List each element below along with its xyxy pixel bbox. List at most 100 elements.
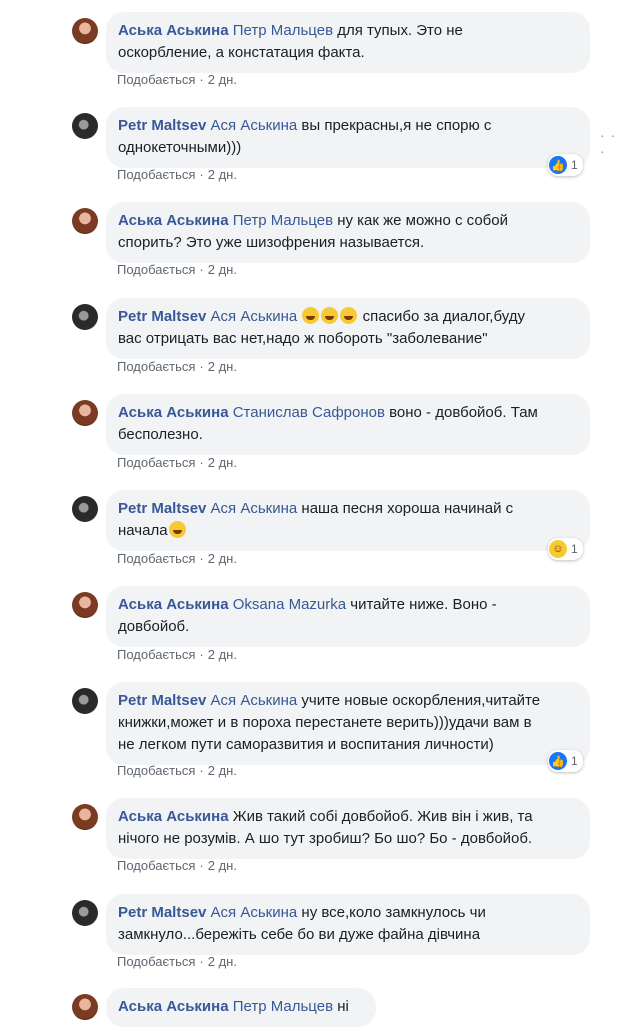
- comment-meta: Подобається · 2 дн.: [117, 72, 237, 87]
- comment-mention[interactable]: Петр Мальцев: [233, 998, 333, 1015]
- comment-author[interactable]: Аська Аськина: [118, 808, 229, 825]
- comment-meta: Подобається · 2 дн.: [117, 262, 237, 277]
- comment-author[interactable]: Petr Maltsev: [118, 692, 206, 709]
- comment-text: вы прекрасны,я не спорю с: [301, 117, 492, 134]
- comment-meta: Подобається · 2 дн.: [117, 647, 237, 662]
- comment-text: не легком пути саморазвития и воспитания…: [118, 736, 494, 753]
- comment-mention[interactable]: Ася Аськина: [211, 500, 298, 517]
- comment-mention[interactable]: Oksana Mazurka: [233, 596, 346, 613]
- comment-bubble: Аська Аськина Петр Мальцев ну как же мож…: [106, 202, 590, 263]
- comment-text: ну все,коло замкнулось чи: [301, 904, 486, 921]
- laughing-reaction-icon: ☺: [549, 540, 567, 558]
- more-options-button[interactable]: · · ·: [600, 127, 620, 159]
- like-link[interactable]: Подобається: [117, 455, 195, 470]
- avatar[interactable]: [72, 18, 98, 44]
- comment-mention[interactable]: Станислав Сафронов: [233, 404, 385, 421]
- comment-text: замкнуло...бережіть себе бо ви дуже файн…: [118, 926, 481, 943]
- comment-author[interactable]: Аська Аськина: [118, 404, 229, 421]
- comment-text: воно - довбойоб. Там: [389, 404, 538, 421]
- like-link[interactable]: Подобається: [117, 858, 195, 873]
- timestamp[interactable]: 2 дн.: [208, 763, 237, 778]
- like-link[interactable]: Подобається: [117, 647, 195, 662]
- comment-meta: Подобається · 2 дн.: [117, 359, 237, 374]
- comment-text: книжки,может и в пороха перестанете вери…: [118, 714, 532, 731]
- timestamp[interactable]: 2 дн.: [208, 262, 237, 277]
- reaction-number: 1: [571, 158, 578, 172]
- comment-meta: Подобається · 2 дн.: [117, 455, 237, 470]
- avatar[interactable]: [72, 688, 98, 714]
- comment-mention[interactable]: Ася Аськина: [211, 117, 298, 134]
- comment-bubble: Petr Maltsev Ася Аськина учите новые оск…: [106, 682, 590, 765]
- like-link[interactable]: Подобається: [117, 954, 195, 969]
- comment-bubble: Аська Аськина Станислав Сафронов воно - …: [106, 394, 590, 455]
- comment-text: довбойоб.: [118, 618, 190, 635]
- comment-text: для тупых. Это не: [337, 22, 463, 39]
- comment-bubble: Аська Аськина Жив такий собі довбойоб. Ж…: [106, 798, 590, 859]
- reaction-count[interactable]: 👍 1: [548, 750, 583, 772]
- comment-meta: Подобається · 2 дн.: [117, 763, 237, 778]
- comment-author[interactable]: Petr Maltsev: [118, 904, 206, 921]
- comment-bubble: Petr Maltsev Ася Аськина ну все,коло зам…: [106, 894, 590, 955]
- thumbs-up-icon: 👍: [549, 156, 567, 174]
- comment-text: оскорбление, а констатация факта.: [118, 44, 365, 61]
- avatar[interactable]: [72, 804, 98, 830]
- laughing-emoji-icon: [302, 307, 320, 324]
- comment-author[interactable]: Аська Аськина: [118, 22, 229, 39]
- comment-meta: Подобається · 2 дн.: [117, 954, 237, 969]
- comment-mention[interactable]: Петр Мальцев: [233, 22, 333, 39]
- like-link[interactable]: Подобається: [117, 359, 195, 374]
- comment-author[interactable]: Аська Аськина: [118, 212, 229, 229]
- comment-author[interactable]: Petr Maltsev: [118, 117, 206, 134]
- timestamp[interactable]: 2 дн.: [208, 167, 237, 182]
- like-link[interactable]: Подобається: [117, 262, 195, 277]
- comment-bubble: Petr Maltsev Ася Аськина вы прекрасны,я …: [106, 107, 590, 168]
- avatar[interactable]: [72, 208, 98, 234]
- comment-text: вас отрицать вас нет,надо ж побороть "за…: [118, 330, 488, 347]
- comment-mention[interactable]: Ася Аськина: [211, 692, 298, 709]
- comment-mention[interactable]: Петр Мальцев: [233, 212, 333, 229]
- comment-mention[interactable]: Ася Аськина: [211, 308, 298, 325]
- avatar[interactable]: [72, 496, 98, 522]
- comment-author[interactable]: Petr Maltsev: [118, 308, 206, 325]
- avatar[interactable]: [72, 994, 98, 1020]
- comment-text: однокеточными))): [118, 139, 242, 156]
- comment-bubble: Petr Maltsev Ася Аськина наша песня хоро…: [106, 490, 590, 551]
- timestamp[interactable]: 2 дн.: [208, 359, 237, 374]
- timestamp[interactable]: 2 дн.: [208, 954, 237, 969]
- comment-author[interactable]: Аська Аськина: [118, 596, 229, 613]
- like-link[interactable]: Подобається: [117, 551, 195, 566]
- comment-mention[interactable]: Ася Аськина: [211, 904, 298, 921]
- timestamp[interactable]: 2 дн.: [208, 72, 237, 87]
- comment-bubble: Аська Аськина Петр Мальцев для тупых. Эт…: [106, 12, 590, 73]
- avatar[interactable]: [72, 900, 98, 926]
- like-link[interactable]: Подобається: [117, 167, 195, 182]
- timestamp[interactable]: 2 дн.: [208, 647, 237, 662]
- comment-text: бесполезно.: [118, 426, 203, 443]
- timestamp[interactable]: 2 дн.: [208, 858, 237, 873]
- timestamp[interactable]: 2 дн.: [208, 455, 237, 470]
- comment-text: ну как же можно с собой: [337, 212, 508, 229]
- avatar[interactable]: [72, 400, 98, 426]
- comment-text: Жив такий собі довбойоб. Жив він і жив, …: [232, 808, 533, 825]
- thumbs-up-icon: 👍: [549, 752, 567, 770]
- comment-bubble: Аська Аськина Петр Мальцев ні: [106, 988, 376, 1027]
- reaction-count[interactable]: 👍 1: [548, 154, 583, 176]
- comment-author[interactable]: Аська Аськина: [118, 998, 229, 1015]
- comment-meta: Подобається · 2 дн.: [117, 167, 237, 182]
- comment-bubble: Аська Аськина Oksana Mazurka читайте ниж…: [106, 586, 590, 647]
- timestamp[interactable]: 2 дн.: [208, 551, 237, 566]
- comment-text: спорить? Это уже шизофрения называется.: [118, 234, 425, 251]
- comment-text: нічого не розумів. А шо тут зробиш? Бо ш…: [118, 830, 533, 847]
- like-link[interactable]: Подобається: [117, 72, 195, 87]
- reaction-count[interactable]: ☺ 1: [548, 538, 583, 560]
- comment-meta: Подобається · 2 дн.: [117, 551, 237, 566]
- avatar[interactable]: [72, 592, 98, 618]
- laughing-emoji-icon: [321, 307, 339, 324]
- comment-author[interactable]: Petr Maltsev: [118, 500, 206, 517]
- comment-text: учите новые оскорбления,читайте: [301, 692, 541, 709]
- avatar[interactable]: [72, 113, 98, 139]
- avatar[interactable]: [72, 304, 98, 330]
- comment-text: читайте ниже. Воно -: [350, 596, 497, 613]
- comment-text: ні: [337, 998, 349, 1015]
- like-link[interactable]: Подобається: [117, 763, 195, 778]
